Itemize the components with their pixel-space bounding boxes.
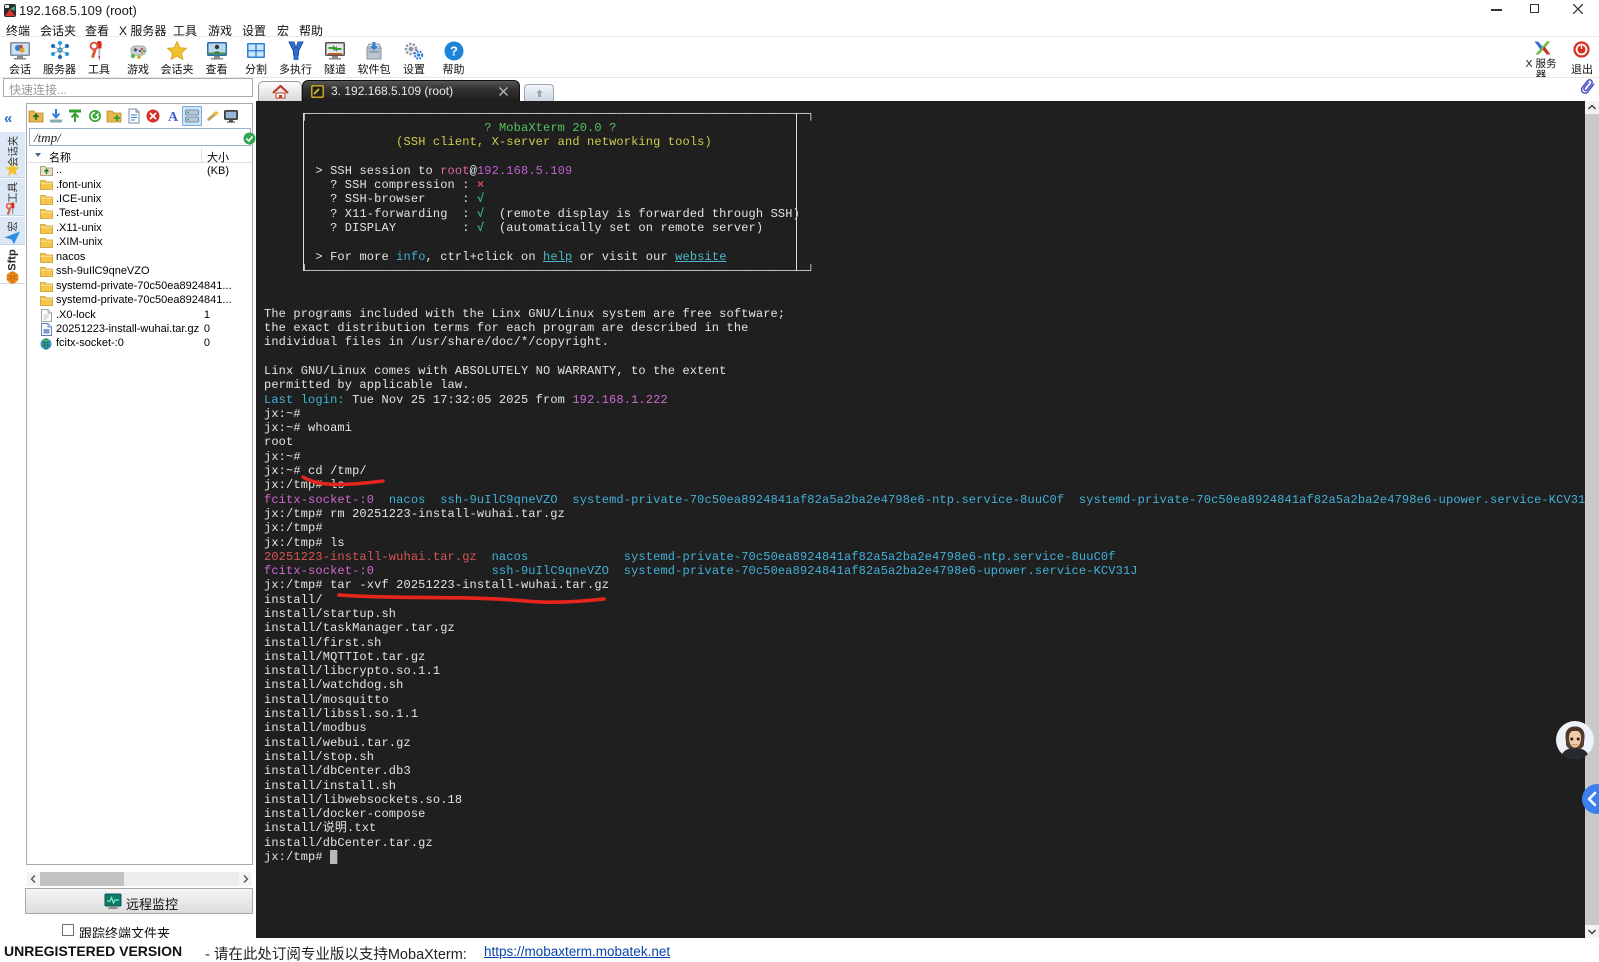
svg-text:?: ? xyxy=(450,44,458,59)
svg-text:A: A xyxy=(167,110,178,124)
